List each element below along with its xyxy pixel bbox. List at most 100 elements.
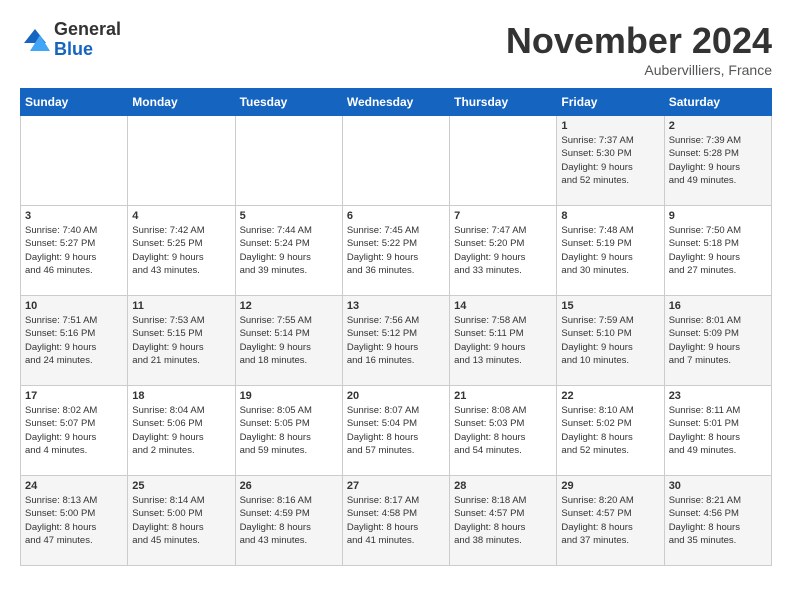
day-info: Sunrise: 7:59 AM Sunset: 5:10 PM Dayligh… xyxy=(561,314,659,367)
day-info: Sunrise: 7:45 AM Sunset: 5:22 PM Dayligh… xyxy=(347,224,445,277)
day-number: 26 xyxy=(240,480,338,492)
day-info: Sunrise: 8:18 AM Sunset: 4:57 PM Dayligh… xyxy=(454,494,552,547)
calendar-cell: 17 Sunrise: 8:02 AM Sunset: 5:07 PM Dayli… xyxy=(21,386,128,476)
day-number: 16 xyxy=(669,300,767,312)
calendar-cell xyxy=(128,116,235,206)
calendar-cell: 29 Sunrise: 8:20 AM Sunset: 4:57 PM Dayli… xyxy=(557,476,664,566)
calendar-cell xyxy=(235,116,342,206)
day-info: Sunrise: 8:17 AM Sunset: 4:58 PM Dayligh… xyxy=(347,494,445,547)
day-info: Sunrise: 8:02 AM Sunset: 5:07 PM Dayligh… xyxy=(25,404,123,457)
calendar-cell: 3Sunrise: 7:40 AM Sunset: 5:27 PM Daylig… xyxy=(21,206,128,296)
day-number: 14 xyxy=(454,300,552,312)
day-info: Sunrise: 7:56 AM Sunset: 5:12 PM Dayligh… xyxy=(347,314,445,367)
day-number: 18 xyxy=(132,390,230,402)
calendar-cell: 23 Sunrise: 8:11 AM Sunset: 5:01 PM Dayli… xyxy=(664,386,771,476)
weekday-row: SundayMondayTuesdayWednesdayThursdayFrid… xyxy=(21,89,772,116)
calendar-cell: 30 Sunrise: 8:21 AM Sunset: 4:56 PM Dayli… xyxy=(664,476,771,566)
day-info: Sunrise: 7:55 AM Sunset: 5:14 PM Dayligh… xyxy=(240,314,338,367)
day-info: Sunrise: 8:16 AM Sunset: 4:59 PM Dayligh… xyxy=(240,494,338,547)
day-info: Sunrise: 7:42 AM Sunset: 5:25 PM Dayligh… xyxy=(132,224,230,277)
calendar-week-row: 10Sunrise: 7:51 AM Sunset: 5:16 PM Dayli… xyxy=(21,296,772,386)
day-info: Sunrise: 8:07 AM Sunset: 5:04 PM Dayligh… xyxy=(347,404,445,457)
calendar-table: SundayMondayTuesdayWednesdayThursdayFrid… xyxy=(20,88,772,566)
day-info: Sunrise: 8:13 AM Sunset: 5:00 PM Dayligh… xyxy=(25,494,123,547)
calendar-cell: 19Sunrise: 8:05 AM Sunset: 5:05 PM Dayli… xyxy=(235,386,342,476)
day-number: 27 xyxy=(347,480,445,492)
day-number: 21 xyxy=(454,390,552,402)
day-number: 11 xyxy=(132,300,230,312)
calendar-body: 1Sunrise: 7:37 AM Sunset: 5:30 PM Daylig… xyxy=(21,116,772,566)
day-info: Sunrise: 8:10 AM Sunset: 5:02 PM Dayligh… xyxy=(561,404,659,457)
calendar-cell: 13 Sunrise: 7:56 AM Sunset: 5:12 PM Dayli… xyxy=(342,296,449,386)
day-info: Sunrise: 7:44 AM Sunset: 5:24 PM Dayligh… xyxy=(240,224,338,277)
calendar-week-row: 24 Sunrise: 8:13 AM Sunset: 5:00 PM Dayli… xyxy=(21,476,772,566)
day-number: 5 xyxy=(240,210,338,222)
weekday-header: Wednesday xyxy=(342,89,449,116)
calendar-cell: 28 Sunrise: 8:18 AM Sunset: 4:57 PM Dayli… xyxy=(450,476,557,566)
calendar-cell: 18 Sunrise: 8:04 AM Sunset: 5:06 PM Dayli… xyxy=(128,386,235,476)
day-info: Sunrise: 7:53 AM Sunset: 5:15 PM Dayligh… xyxy=(132,314,230,367)
weekday-header: Monday xyxy=(128,89,235,116)
day-info: Sunrise: 7:39 AM Sunset: 5:28 PM Dayligh… xyxy=(669,134,767,187)
weekday-header: Thursday xyxy=(450,89,557,116)
calendar-cell: 12 Sunrise: 7:55 AM Sunset: 5:14 PM Dayli… xyxy=(235,296,342,386)
logo: General Blue xyxy=(20,20,121,60)
day-info: Sunrise: 7:47 AM Sunset: 5:20 PM Dayligh… xyxy=(454,224,552,277)
day-number: 17 xyxy=(25,390,123,402)
page-header: General Blue November 2024 Aubervilliers… xyxy=(20,20,772,78)
location: Aubervilliers, France xyxy=(506,62,772,78)
calendar-header: SundayMondayTuesdayWednesdayThursdayFrid… xyxy=(21,89,772,116)
day-number: 23 xyxy=(669,390,767,402)
weekday-header: Saturday xyxy=(664,89,771,116)
day-number: 28 xyxy=(454,480,552,492)
day-info: Sunrise: 8:08 AM Sunset: 5:03 PM Dayligh… xyxy=(454,404,552,457)
day-info: Sunrise: 8:04 AM Sunset: 5:06 PM Dayligh… xyxy=(132,404,230,457)
calendar-cell: 20 Sunrise: 8:07 AM Sunset: 5:04 PM Dayli… xyxy=(342,386,449,476)
day-number: 22 xyxy=(561,390,659,402)
day-info: Sunrise: 7:37 AM Sunset: 5:30 PM Dayligh… xyxy=(561,134,659,187)
day-number: 15 xyxy=(561,300,659,312)
day-number: 7 xyxy=(454,210,552,222)
day-number: 6 xyxy=(347,210,445,222)
calendar-cell: 16Sunrise: 8:01 AM Sunset: 5:09 PM Dayli… xyxy=(664,296,771,386)
month-title: November 2024 xyxy=(506,20,772,62)
day-info: Sunrise: 8:20 AM Sunset: 4:57 PM Dayligh… xyxy=(561,494,659,547)
calendar-cell: 9 Sunrise: 7:50 AM Sunset: 5:18 PM Daylig… xyxy=(664,206,771,296)
calendar-cell: 22 Sunrise: 8:10 AM Sunset: 5:02 PM Dayli… xyxy=(557,386,664,476)
calendar-cell: 5 Sunrise: 7:44 AM Sunset: 5:24 PM Daylig… xyxy=(235,206,342,296)
day-number: 2 xyxy=(669,120,767,132)
calendar-cell xyxy=(450,116,557,206)
day-info: Sunrise: 7:50 AM Sunset: 5:18 PM Dayligh… xyxy=(669,224,767,277)
weekday-header: Tuesday xyxy=(235,89,342,116)
day-info: Sunrise: 8:14 AM Sunset: 5:00 PM Dayligh… xyxy=(132,494,230,547)
calendar-cell: 21 Sunrise: 8:08 AM Sunset: 5:03 PM Dayli… xyxy=(450,386,557,476)
calendar-cell xyxy=(342,116,449,206)
day-number: 13 xyxy=(347,300,445,312)
calendar-week-row: 17 Sunrise: 8:02 AM Sunset: 5:07 PM Dayli… xyxy=(21,386,772,476)
day-info: Sunrise: 8:21 AM Sunset: 4:56 PM Dayligh… xyxy=(669,494,767,547)
day-number: 25 xyxy=(132,480,230,492)
day-number: 29 xyxy=(561,480,659,492)
day-number: 10 xyxy=(25,300,123,312)
day-number: 4 xyxy=(132,210,230,222)
calendar-cell: 24 Sunrise: 8:13 AM Sunset: 5:00 PM Dayli… xyxy=(21,476,128,566)
calendar-cell: 6 Sunrise: 7:45 AM Sunset: 5:22 PM Daylig… xyxy=(342,206,449,296)
day-info: Sunrise: 7:40 AM Sunset: 5:27 PM Dayligh… xyxy=(25,224,123,277)
calendar-cell: 26 Sunrise: 8:16 AM Sunset: 4:59 PM Dayli… xyxy=(235,476,342,566)
day-info: Sunrise: 8:11 AM Sunset: 5:01 PM Dayligh… xyxy=(669,404,767,457)
calendar-cell: 10Sunrise: 7:51 AM Sunset: 5:16 PM Dayli… xyxy=(21,296,128,386)
day-number: 30 xyxy=(669,480,767,492)
day-number: 8 xyxy=(561,210,659,222)
calendar-cell: 8Sunrise: 7:48 AM Sunset: 5:19 PM Daylig… xyxy=(557,206,664,296)
calendar-cell: 11 Sunrise: 7:53 AM Sunset: 5:15 PM Dayli… xyxy=(128,296,235,386)
logo-general: General xyxy=(54,20,121,40)
calendar-cell: 27 Sunrise: 8:17 AM Sunset: 4:58 PM Dayli… xyxy=(342,476,449,566)
calendar-cell: 1Sunrise: 7:37 AM Sunset: 5:30 PM Daylig… xyxy=(557,116,664,206)
day-number: 24 xyxy=(25,480,123,492)
calendar-cell: 14Sunrise: 7:58 AM Sunset: 5:11 PM Dayli… xyxy=(450,296,557,386)
calendar-cell xyxy=(21,116,128,206)
day-number: 12 xyxy=(240,300,338,312)
day-number: 9 xyxy=(669,210,767,222)
day-number: 20 xyxy=(347,390,445,402)
calendar-cell: 4 Sunrise: 7:42 AM Sunset: 5:25 PM Daylig… xyxy=(128,206,235,296)
